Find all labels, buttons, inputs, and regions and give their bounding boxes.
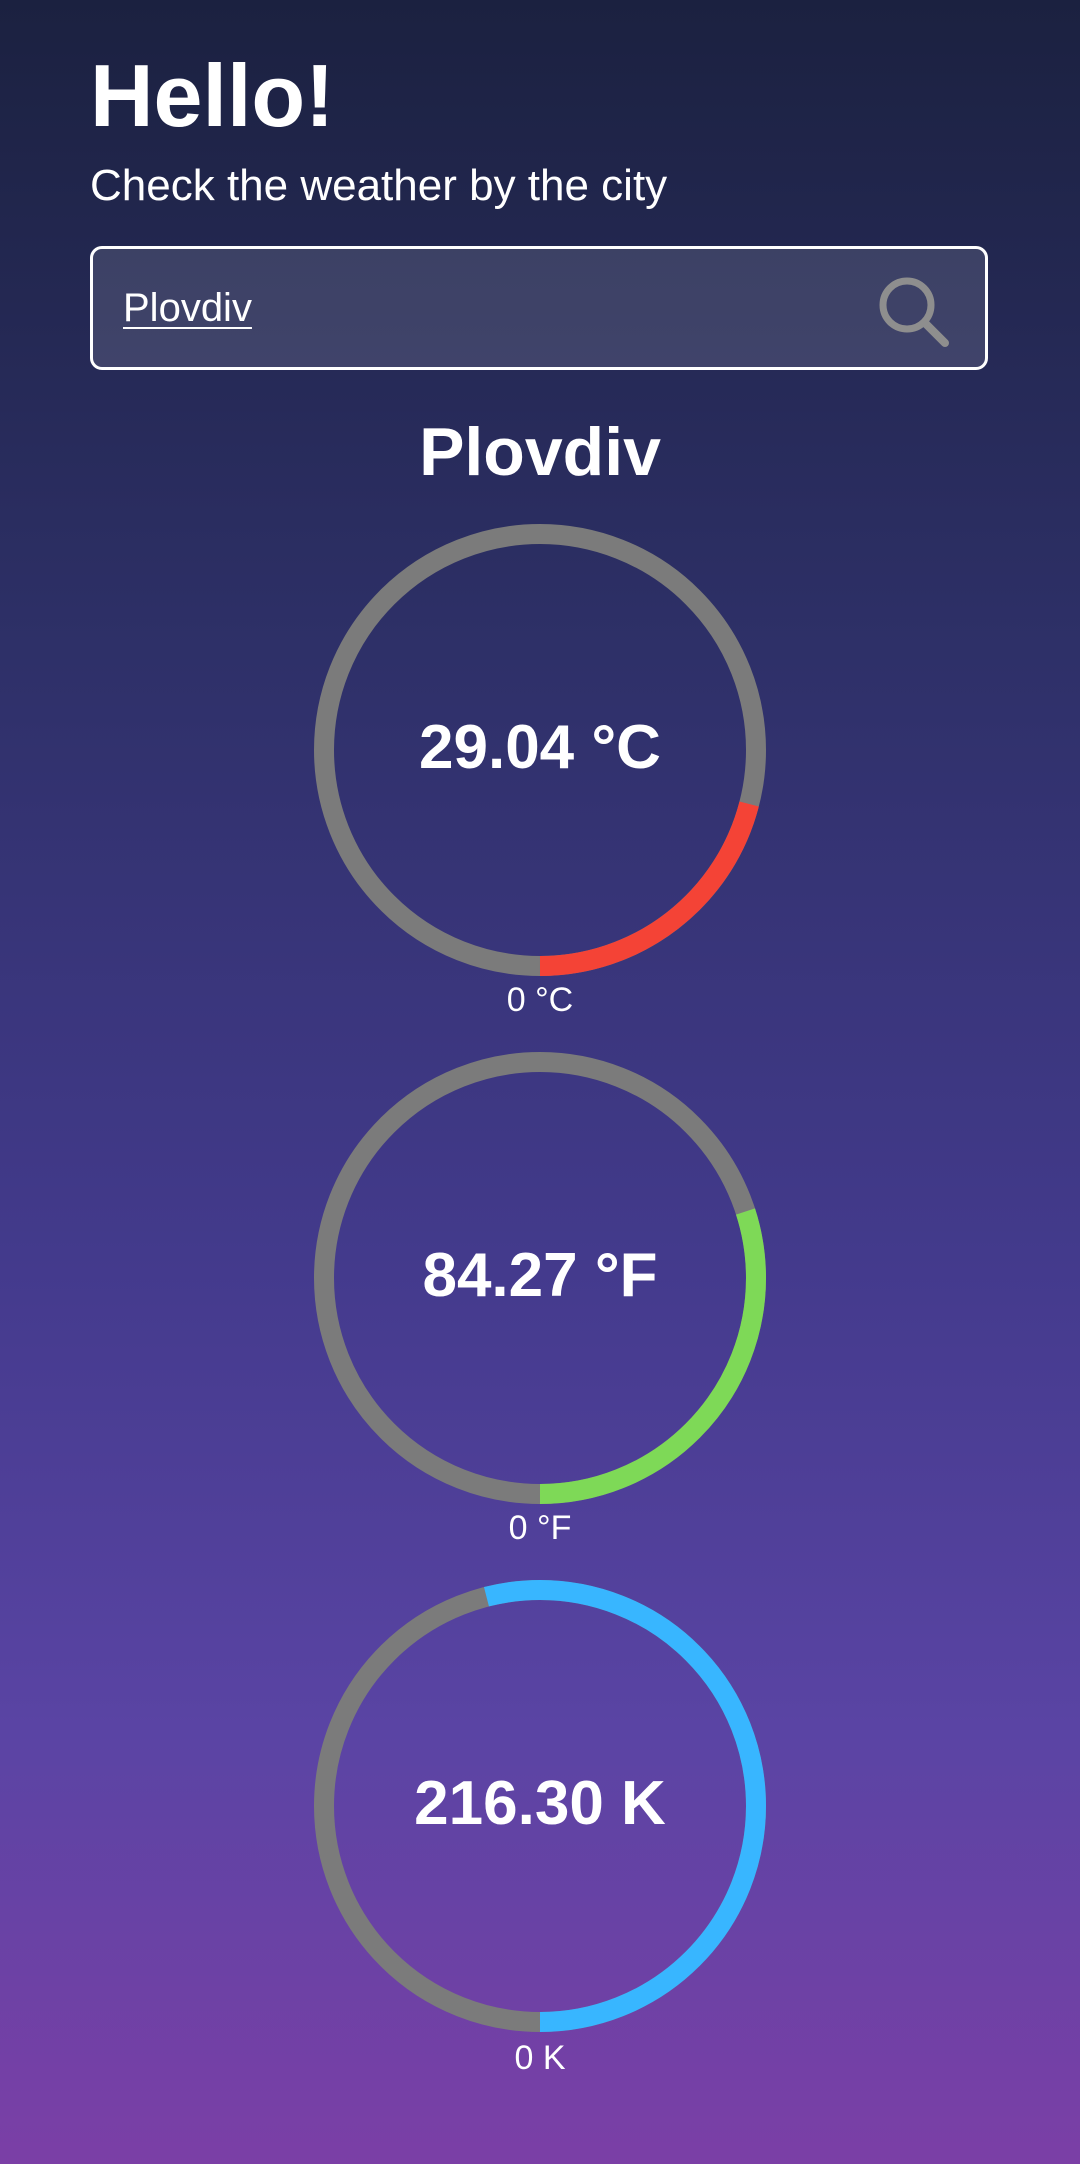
fahrenheit-value: 84.27 °F bbox=[422, 1241, 658, 1310]
search-icon[interactable] bbox=[875, 273, 951, 349]
greeting-title: Hello! bbox=[90, 46, 335, 145]
fahrenheit-min-label: 0 °F bbox=[508, 1509, 572, 1547]
search-box[interactable]: Plovdiv bbox=[90, 246, 988, 370]
fahrenheit-gauge: 84.27 °F bbox=[314, 1052, 766, 1504]
greeting-subtitle: Check the weather by the city bbox=[90, 161, 668, 210]
celsius-min-label: 0 °C bbox=[506, 981, 574, 1019]
kelvin-min-label: 0 K bbox=[514, 2039, 566, 2077]
search-input[interactable]: Plovdiv bbox=[123, 249, 252, 367]
kelvin-value: 216.30 K bbox=[414, 1769, 666, 1838]
kelvin-gauge: 216.30 K bbox=[314, 1580, 766, 2032]
celsius-value: 29.04 °C bbox=[419, 713, 661, 782]
celsius-gauge: 29.04 °C bbox=[314, 524, 766, 976]
city-name: Plovdiv bbox=[419, 414, 661, 490]
